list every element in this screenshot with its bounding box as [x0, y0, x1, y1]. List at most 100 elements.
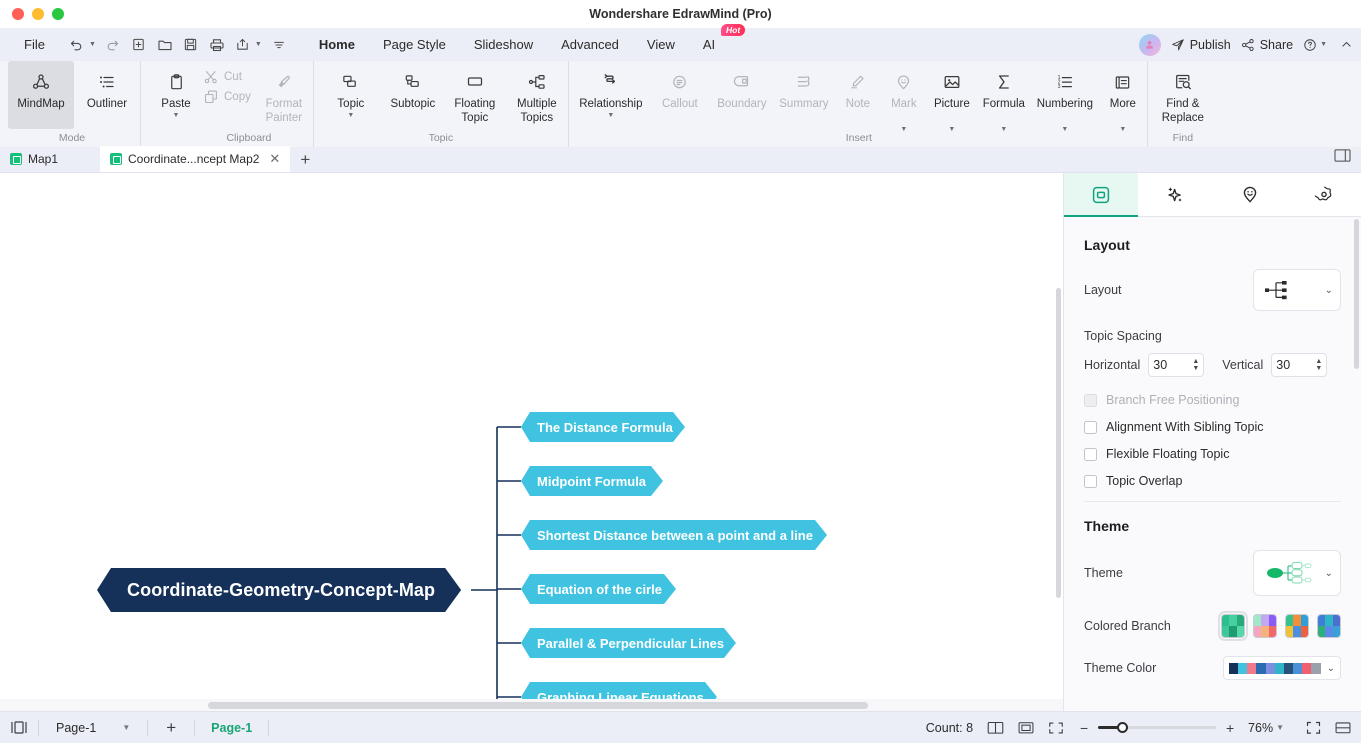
- topic-the-distance-formula[interactable]: The Distance Formula: [521, 412, 685, 442]
- panel-tab-settings[interactable]: [1287, 173, 1361, 216]
- cut-button[interactable]: Cut: [203, 69, 251, 85]
- horizontal-spacing-stepper[interactable]: 30 ▲ ▼: [1148, 353, 1205, 377]
- canvas-vertical-scrollbar[interactable]: [1055, 173, 1063, 699]
- root-topic[interactable]: Coordinate-Geometry-Concept-Map: [97, 568, 461, 612]
- vertical-spacing-stepper[interactable]: 30 ▲ ▼: [1271, 353, 1328, 377]
- topic-midpoint-formula[interactable]: Midpoint Formula: [521, 466, 663, 496]
- picture-button[interactable]: Picture ▼: [927, 61, 977, 147]
- layout-select-chevron-down-icon[interactable]: ⌄: [1325, 285, 1333, 296]
- relationship-button[interactable]: Relationship ▼: [573, 61, 649, 147]
- publish-button[interactable]: Publish: [1171, 38, 1231, 52]
- help-button[interactable]: ▼: [1303, 38, 1330, 52]
- export-share-button[interactable]: [231, 33, 255, 57]
- zoom-control[interactable]: − +: [1078, 720, 1236, 736]
- avatar[interactable]: [1138, 33, 1161, 56]
- save-button[interactable]: [179, 33, 203, 57]
- panel-tab-ai[interactable]: [1138, 173, 1212, 216]
- undo-dropdown-caret[interactable]: ▼: [89, 41, 96, 48]
- more-dropdown-caret[interactable]: ▼: [1119, 126, 1126, 133]
- fullscreen-fit-button[interactable]: [1048, 721, 1064, 735]
- callout-button[interactable]: Callout: [649, 61, 711, 147]
- panel-toggle-button[interactable]: [1334, 148, 1351, 168]
- tab-view[interactable]: View: [633, 32, 689, 57]
- mark-dropdown-caret[interactable]: ▼: [900, 126, 907, 133]
- topic-parallel-perpendicular-lines[interactable]: Parallel & Perpendicular Lines: [521, 628, 736, 658]
- zoom-dropdown-caret[interactable]: ▼: [1276, 723, 1284, 732]
- page-select-chevron-down-icon[interactable]: ▼: [122, 723, 130, 732]
- doc-tab-close-icon[interactable]: ✕: [269, 151, 280, 167]
- theme-color-chevron-down-icon[interactable]: ⌄: [1327, 663, 1335, 674]
- theme-select-chevron-down-icon[interactable]: ⌄: [1325, 568, 1333, 579]
- zoom-in-button[interactable]: +: [1224, 720, 1236, 736]
- panel-tab-style[interactable]: [1064, 173, 1139, 217]
- theme-select[interactable]: ⌄: [1253, 550, 1341, 596]
- formula-dropdown-caret[interactable]: ▼: [1000, 126, 1007, 133]
- zoom-slider[interactable]: [1098, 721, 1217, 733]
- topic-overlap-checkbox[interactable]: [1084, 474, 1097, 488]
- new-document-button[interactable]: [127, 33, 151, 57]
- flexible-floating-topic-checkbox[interactable]: [1084, 447, 1097, 461]
- presentation-mode-button[interactable]: [1306, 721, 1321, 735]
- collapse-ribbon-button[interactable]: [1340, 38, 1353, 51]
- print-button[interactable]: [205, 33, 229, 57]
- export-dropdown-caret[interactable]: ▼: [255, 41, 262, 48]
- tab-advanced[interactable]: Advanced: [547, 32, 633, 57]
- redo-button[interactable]: [101, 33, 125, 57]
- open-folder-button[interactable]: [153, 33, 177, 57]
- layout-select[interactable]: ⌄: [1253, 269, 1341, 311]
- checkbox-flexible-floating-topic[interactable]: Flexible Floating Topic: [1084, 447, 1341, 461]
- canvas-horizontal-scrollbar[interactable]: [0, 699, 1063, 711]
- swatch-blue[interactable]: [1317, 614, 1341, 638]
- formula-button[interactable]: Formula ▼: [977, 61, 1031, 147]
- boundary-button[interactable]: Boundary: [711, 61, 773, 147]
- customize-qat-button[interactable]: [267, 33, 291, 57]
- checkbox-topic-overlap[interactable]: Topic Overlap: [1084, 474, 1341, 488]
- doc-tab-coordinate-map2[interactable]: Coordinate...ncept Map2 ✕: [100, 146, 291, 172]
- vertical-spacing-arrows[interactable]: ▲ ▼: [1315, 358, 1322, 372]
- two-page-view-button[interactable]: [987, 721, 1004, 735]
- theme-color-select[interactable]: ⌄: [1223, 656, 1341, 680]
- doc-tab-map1[interactable]: Map1: [0, 146, 100, 172]
- numbering-button[interactable]: 123 Numbering ▼: [1031, 61, 1099, 147]
- swatch-pastel[interactable]: [1253, 614, 1277, 638]
- paste-dropdown-caret[interactable]: ▼: [173, 112, 180, 119]
- close-window-button[interactable]: [12, 8, 24, 20]
- alignment-with-sibling-topic-checkbox[interactable]: [1084, 420, 1097, 434]
- tab-slideshow[interactable]: Slideshow: [460, 32, 547, 57]
- file-menu-button[interactable]: File: [10, 33, 59, 56]
- share-button[interactable]: Share: [1241, 38, 1293, 52]
- current-page-label[interactable]: Page-1: [205, 721, 258, 735]
- picture-dropdown-caret[interactable]: ▼: [948, 126, 955, 133]
- undo-button[interactable]: [65, 33, 89, 57]
- mindmap-canvas[interactable]: Coordinate-Geometry-Concept-Map The Dist…: [0, 173, 1063, 711]
- mindmap-mode-button[interactable]: MindMap: [8, 61, 74, 129]
- zoom-slider-knob[interactable]: [1117, 721, 1129, 733]
- split-view-button[interactable]: [1335, 721, 1351, 735]
- help-dropdown-caret[interactable]: ▼: [1320, 41, 1327, 48]
- topic-dropdown-caret[interactable]: ▼: [347, 112, 354, 119]
- canvas-vscroll-thumb[interactable]: [1056, 288, 1061, 598]
- new-document-tab-button[interactable]: +: [290, 148, 320, 172]
- horizontal-spacing-arrows[interactable]: ▲ ▼: [1192, 358, 1199, 372]
- canvas-hscroll-thumb[interactable]: [208, 702, 868, 709]
- swatch-orange[interactable]: [1285, 614, 1309, 638]
- zoom-value-label[interactable]: 76%: [1248, 721, 1273, 735]
- zoom-out-button[interactable]: −: [1078, 720, 1090, 736]
- numbering-dropdown-caret[interactable]: ▼: [1061, 126, 1068, 133]
- fit-page-button[interactable]: [1018, 721, 1034, 735]
- sidebar-toggle-button[interactable]: [10, 720, 28, 735]
- relationship-dropdown-caret[interactable]: ▼: [607, 112, 614, 119]
- tab-ai[interactable]: AI Hot: [689, 24, 746, 57]
- more-button[interactable]: More ▼: [1099, 61, 1147, 147]
- maximize-window-button[interactable]: [52, 8, 64, 20]
- minimize-window-button[interactable]: [32, 8, 44, 20]
- swatch-green[interactable]: [1218, 611, 1248, 641]
- topic-equation-of-the-circle[interactable]: Equation of the cirle: [521, 574, 676, 604]
- copy-button[interactable]: Copy: [203, 89, 251, 105]
- window-controls[interactable]: [0, 8, 64, 20]
- add-page-button[interactable]: +: [158, 718, 184, 738]
- page-select[interactable]: Page-1 ▼: [49, 718, 137, 738]
- tab-home[interactable]: Home: [305, 32, 369, 57]
- checkbox-alignment-with-sibling-topic[interactable]: Alignment With Sibling Topic: [1084, 420, 1341, 434]
- topic-shortest-distance[interactable]: Shortest Distance between a point and a …: [521, 520, 827, 550]
